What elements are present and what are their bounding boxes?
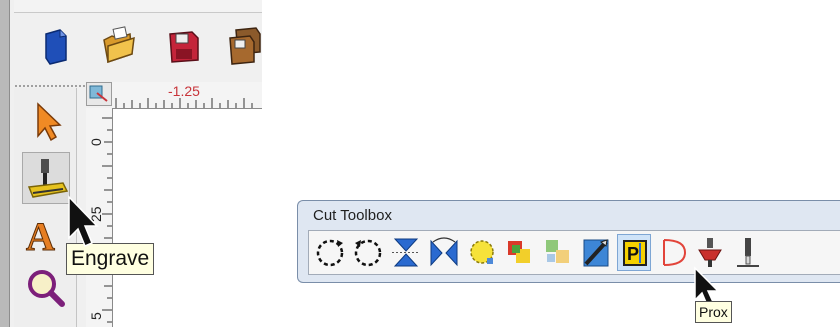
tool-bit-button[interactable] xyxy=(731,234,765,271)
flip-vertical-icon xyxy=(392,238,420,267)
window-edge xyxy=(0,0,10,327)
knife-button[interactable] xyxy=(579,234,613,271)
d-shape-button[interactable] xyxy=(655,234,689,271)
menu-bar-edge xyxy=(14,0,262,13)
ruler-origin-button[interactable] xyxy=(86,82,112,106)
engrave-tool-button[interactable] xyxy=(22,152,70,204)
prox-button[interactable]: P xyxy=(617,234,651,271)
svg-text:A: A xyxy=(26,214,55,259)
drawing-canvas[interactable] xyxy=(113,109,262,327)
circle-path-button[interactable] xyxy=(465,234,499,271)
multi-disk-icon xyxy=(229,27,261,65)
ruler-corner-icon xyxy=(89,85,108,102)
prox-tooltip: Prox xyxy=(695,301,732,323)
application-window: A -1.25 0 25 5 xyxy=(0,0,262,327)
main-toolbar xyxy=(12,14,262,80)
text-tool-button[interactable]: A xyxy=(22,208,70,260)
cut-counterclockwise-button[interactable] xyxy=(351,234,385,271)
toolbox-title: Cut Toolbox xyxy=(313,207,392,224)
floppy-disk-icon xyxy=(169,31,199,63)
yellow-circle-icon xyxy=(470,240,494,264)
overlap-button[interactable] xyxy=(503,234,537,271)
new-document-button[interactable] xyxy=(34,22,78,70)
vertical-ruler-label: 5 xyxy=(88,312,104,320)
save-all-button[interactable] xyxy=(222,22,262,70)
letter-a-icon: A xyxy=(26,214,56,260)
flip-vertical-button[interactable] xyxy=(389,234,423,271)
dashed-circle-ccw-icon xyxy=(354,239,382,267)
zoom-tool-button[interactable] xyxy=(22,264,70,316)
cut-clockwise-button[interactable] xyxy=(313,234,347,271)
vertical-ruler-label: 0 xyxy=(88,138,104,146)
save-button[interactable] xyxy=(162,22,206,70)
flip-horizontal-icon xyxy=(430,237,458,267)
cut-tool-strip: P xyxy=(308,230,840,275)
overlap-squares-icon xyxy=(508,241,530,263)
new-document-icon xyxy=(45,29,67,65)
cut-toolbox-window: Cut Toolbox P xyxy=(297,200,840,283)
p-box-icon: P xyxy=(623,240,647,266)
arrow-cursor-icon xyxy=(37,102,62,142)
knife-icon xyxy=(583,239,609,267)
engrave-machine-icon xyxy=(27,159,69,198)
magnifier-icon xyxy=(28,270,65,307)
mouse-cursor-icon xyxy=(66,194,100,250)
svg-text:P: P xyxy=(627,244,639,264)
puzzle-button[interactable] xyxy=(541,234,575,271)
tool-bit-icon xyxy=(737,238,759,267)
open-folder-button[interactable] xyxy=(96,22,140,70)
puzzle-icon xyxy=(546,240,569,263)
open-folder-icon xyxy=(103,26,135,64)
horizontal-ruler-label: -1.25 xyxy=(168,83,200,99)
select-tool-button[interactable] xyxy=(22,94,70,146)
d-shape-icon xyxy=(663,239,687,266)
flip-horizontal-button[interactable] xyxy=(427,234,461,271)
dashed-circle-cw-icon xyxy=(316,239,344,267)
